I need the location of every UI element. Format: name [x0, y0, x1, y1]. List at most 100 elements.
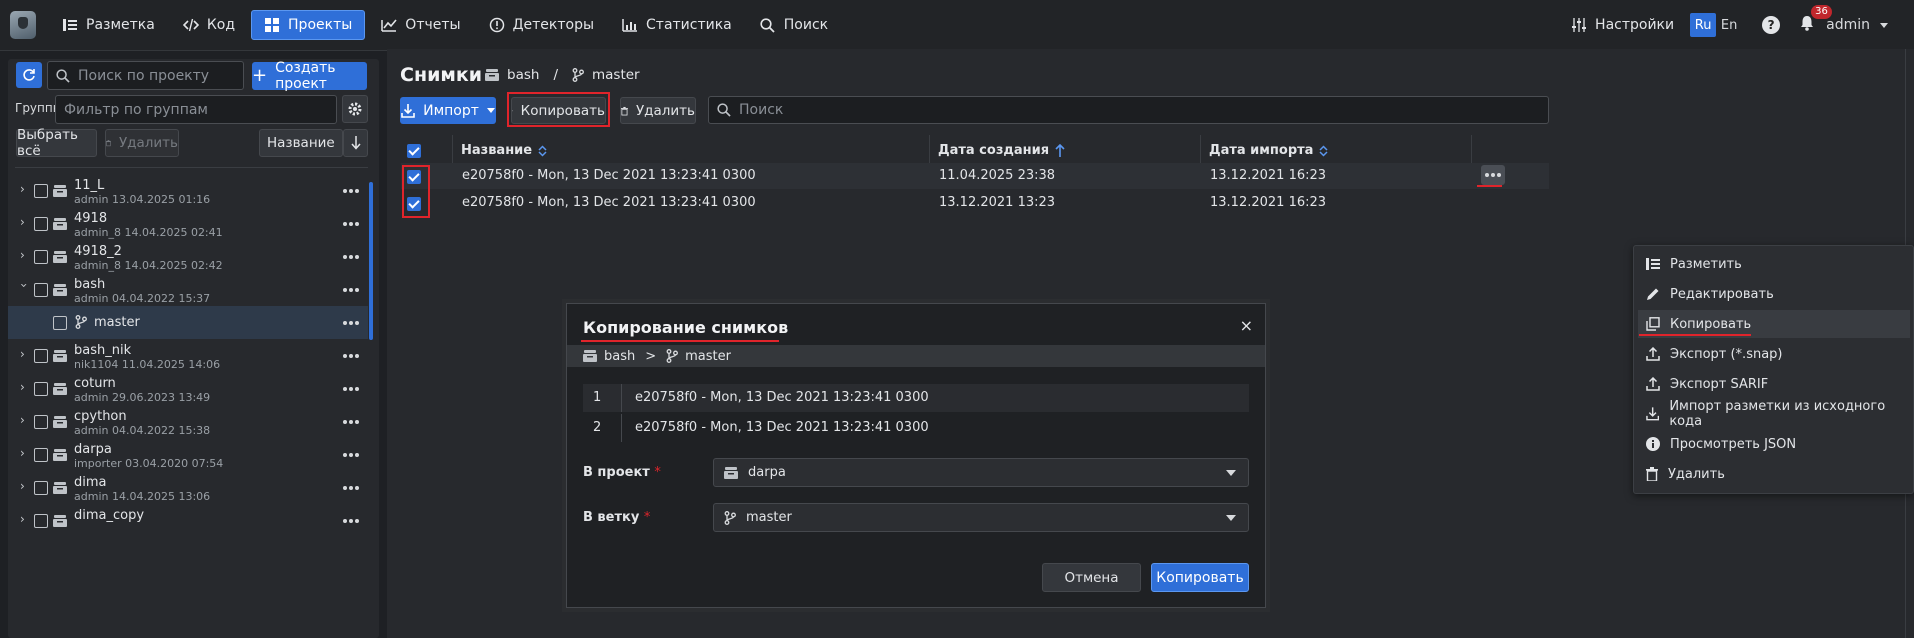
target-project-select[interactable]: darpa: [713, 458, 1249, 487]
create-project-button[interactable]: + Создать проект: [252, 60, 367, 92]
tree-item-dima[interactable]: › dima admin 14.04.2025 13:06: [8, 471, 368, 504]
column-name[interactable]: Название: [461, 143, 547, 158]
row-actions-button[interactable]: [1481, 165, 1505, 185]
project-search-input[interactable]: Поиск по проекту: [47, 61, 244, 90]
project-checkbox[interactable]: [34, 481, 48, 495]
menu-item-view-json[interactable]: Просмотреть JSON: [1638, 430, 1910, 458]
notifications-button[interactable]: 36: [1800, 5, 1832, 35]
groups-settings-button[interactable]: [342, 95, 368, 123]
project-checkbox[interactable]: [34, 184, 48, 198]
column-imported[interactable]: Дата импорта: [1209, 143, 1328, 158]
nav-statistics[interactable]: Статистика: [610, 10, 744, 40]
refresh-button[interactable]: [16, 62, 42, 88]
cancel-button[interactable]: Отмена: [1042, 563, 1141, 592]
menu-item-import-markup[interactable]: Импорт разметки из исходного кода: [1638, 399, 1910, 429]
project-checkbox[interactable]: [34, 448, 48, 462]
project-checkbox[interactable]: [34, 283, 48, 297]
tree-item-branch-master[interactable]: master: [8, 306, 368, 339]
breadcrumb-branch[interactable]: master: [592, 67, 640, 83]
nav-code[interactable]: Код: [171, 10, 247, 40]
more-icon[interactable]: [343, 255, 359, 259]
caret-down-icon: [486, 108, 495, 113]
project-checkbox[interactable]: [34, 415, 48, 429]
tree-item-dima_copy[interactable]: › dima_copy: [8, 504, 368, 537]
more-icon[interactable]: [343, 288, 359, 292]
more-icon[interactable]: [343, 387, 359, 391]
more-icon[interactable]: [343, 222, 359, 226]
chevron-right-icon[interactable]: ›: [20, 381, 30, 393]
table-row[interactable]: e20758f0 - Mon, 13 Dec 2021 13:23:41 030…: [401, 163, 1549, 189]
project-name: 11_L: [74, 178, 105, 193]
tree-item-cpython[interactable]: › cpython admin 04.04.2022 15:38: [8, 405, 368, 438]
project-checkbox[interactable]: [34, 349, 48, 363]
column-created[interactable]: Дата создания: [938, 143, 1065, 158]
tree-item-bash[interactable]: › bash admin 04.04.2022 15:37: [8, 273, 368, 306]
import-button[interactable]: Импорт: [400, 97, 496, 124]
user-menu[interactable]: admin: [1826, 17, 1888, 33]
select-all-button[interactable]: Выбрать всё: [16, 127, 97, 159]
delete-projects-button[interactable]: Удалить: [105, 129, 179, 157]
chevron-right-icon[interactable]: ›: [20, 480, 30, 492]
table-row[interactable]: e20758f0 - Mon, 13 Dec 2021 13:23:41 030…: [401, 190, 1549, 216]
menu-item-markup[interactable]: Разметить: [1638, 250, 1910, 278]
top-navbar: Разметка Код Проекты Отчеты Детекторы Ст…: [0, 0, 1914, 51]
chevron-right-icon[interactable]: ›: [20, 183, 30, 195]
breadcrumb-project[interactable]: bash: [507, 67, 539, 83]
branch-checkbox[interactable]: [53, 316, 67, 330]
lang-en-button[interactable]: En: [1716, 13, 1742, 37]
chevron-right-icon[interactable]: ›: [20, 249, 30, 261]
code-icon: [182, 17, 199, 33]
project-checkbox[interactable]: [34, 250, 48, 264]
tree-item-darpa[interactable]: › darpa importer 03.04.2020 07:54: [8, 438, 368, 471]
more-icon[interactable]: [343, 420, 359, 424]
more-icon[interactable]: [343, 321, 359, 325]
chevron-right-icon[interactable]: ›: [20, 513, 30, 525]
delete-snapshots-button[interactable]: Удалить: [620, 97, 696, 124]
more-icon[interactable]: [343, 486, 359, 490]
chevron-down-icon[interactable]: ›: [17, 283, 31, 293]
groups-filter-input[interactable]: Фильтр по группам: [55, 95, 337, 124]
more-icon[interactable]: [343, 453, 359, 457]
sort-select[interactable]: Название: [259, 129, 356, 157]
column-name-label: Название: [461, 143, 533, 158]
nav-detectors[interactable]: Детекторы: [477, 10, 606, 40]
tree-scrollbar[interactable]: [369, 182, 373, 340]
project-checkbox[interactable]: [34, 514, 48, 528]
nav-projects[interactable]: Проекты: [251, 10, 366, 40]
tree-item-4918[interactable]: › 4918 admin_8 14.04.2025 02:41: [8, 207, 368, 240]
select-all-checkbox[interactable]: [407, 144, 421, 158]
nav-reports[interactable]: Отчеты: [369, 10, 472, 40]
nav-markup[interactable]: Разметка: [50, 10, 167, 40]
tree-item-4918_2[interactable]: › 4918_2 admin_8 14.04.2025 02:42: [8, 240, 368, 273]
delete-label: Удалить: [635, 102, 695, 119]
chevron-right-icon[interactable]: ›: [20, 414, 30, 426]
tree-item-coturn[interactable]: › coturn admin 29.06.2023 13:49: [8, 372, 368, 405]
tree-item-bash_nik[interactable]: › bash_nik nik1104 11.04.2025 14:06: [8, 339, 368, 372]
menu-item-edit[interactable]: Редактировать: [1638, 280, 1910, 308]
sort-icon: [1319, 144, 1328, 157]
chevron-right-icon[interactable]: ›: [20, 348, 30, 360]
tree-item-11_l[interactable]: › 11_L admin 13.04.2025 01:16: [8, 174, 368, 207]
app-logo-icon[interactable]: [10, 11, 36, 39]
sort-direction-button[interactable]: [343, 129, 368, 157]
menu-item-export-sarif[interactable]: Экспорт SARIF: [1638, 370, 1910, 398]
snapshot-search-input[interactable]: Поиск: [708, 96, 1549, 124]
nav-search[interactable]: Поиск: [748, 10, 840, 40]
project-checkbox[interactable]: [34, 382, 48, 396]
more-icon[interactable]: [343, 354, 359, 358]
project-checkbox[interactable]: [34, 217, 48, 231]
menu-item-export-snap[interactable]: Экспорт (*.snap): [1638, 340, 1910, 368]
snapshot-name: e20758f0 - Mon, 13 Dec 2021 13:23:41 030…: [462, 168, 756, 183]
more-icon[interactable]: [343, 189, 359, 193]
help-icon[interactable]: ?: [1762, 16, 1781, 34]
chevron-right-icon[interactable]: ›: [20, 216, 30, 228]
chevron-right-icon[interactable]: ›: [20, 447, 30, 459]
confirm-copy-button[interactable]: Копировать: [1151, 563, 1249, 592]
branch-icon: [75, 315, 87, 329]
lang-ru-button[interactable]: Ru: [1690, 13, 1717, 37]
menu-item-delete[interactable]: Удалить: [1638, 460, 1910, 488]
close-icon[interactable]: ×: [1240, 316, 1253, 335]
target-branch-select[interactable]: master: [713, 503, 1249, 532]
more-icon[interactable]: [343, 519, 359, 523]
nav-settings[interactable]: Настройки: [1559, 10, 1686, 40]
